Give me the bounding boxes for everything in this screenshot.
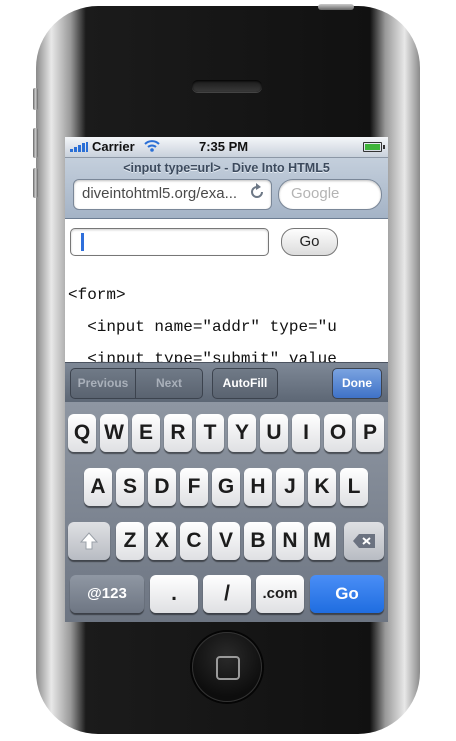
key-s[interactable]: S [116, 468, 144, 506]
key-h[interactable]: H [244, 468, 272, 506]
key-r[interactable]: R [164, 414, 192, 452]
slash-key[interactable]: / [203, 575, 251, 613]
keyboard: Q W E R T Y U I O P A S D F G H J K L Z … [65, 402, 388, 622]
screen: Carrier 7:35 PM <input type=url> - Dive … [65, 137, 388, 622]
key-f[interactable]: F [180, 468, 208, 506]
dotcom-key[interactable]: .com [256, 575, 304, 613]
previous-button[interactable]: Previous [70, 368, 136, 399]
key-w[interactable]: W [100, 414, 128, 452]
key-p[interactable]: P [356, 414, 384, 452]
reload-icon[interactable] [249, 183, 265, 206]
signal-bars-icon [70, 142, 88, 152]
key-g[interactable]: G [212, 468, 240, 506]
browser-title-bar: <input type=url> - Dive Into HTML5 divei… [65, 158, 388, 219]
numbers-key[interactable]: @123 [70, 575, 144, 613]
key-d[interactable]: D [148, 468, 176, 506]
next-button[interactable]: Next [135, 368, 203, 399]
key-o[interactable]: O [324, 414, 352, 452]
home-button[interactable] [192, 632, 262, 702]
mute-switch [33, 88, 38, 110]
key-c[interactable]: C [180, 522, 208, 560]
code-line: <input name="addr" type="u [68, 318, 337, 336]
key-x[interactable]: X [148, 522, 176, 560]
key-m[interactable]: M [308, 522, 336, 560]
backspace-icon [352, 531, 376, 554]
shift-icon [79, 532, 99, 556]
key-i[interactable]: I [292, 414, 320, 452]
status-bar: Carrier 7:35 PM [65, 137, 388, 158]
home-button-icon [216, 656, 240, 680]
page-title: <input type=url> - Dive Into HTML5 [123, 161, 330, 175]
key-n[interactable]: N [276, 522, 304, 560]
address-text: diveintohtml5.org/exa... [82, 185, 238, 202]
done-button[interactable]: Done [332, 368, 382, 399]
url-input[interactable] [70, 228, 269, 256]
key-l[interactable]: L [340, 468, 368, 506]
wifi-icon [144, 139, 160, 155]
search-placeholder: Google [291, 185, 340, 202]
form-assistant-bar: Previous Next AutoFill Done [65, 362, 388, 403]
carrier-label: Carrier [92, 139, 135, 154]
autofill-button[interactable]: AutoFill [212, 368, 278, 399]
battery-icon [363, 142, 385, 152]
text-cursor [81, 233, 84, 251]
search-field[interactable]: Google [278, 179, 382, 210]
volume-down-button [33, 168, 38, 198]
key-u[interactable]: U [260, 414, 288, 452]
key-v[interactable]: V [212, 522, 240, 560]
backspace-key[interactable] [344, 522, 384, 560]
dot-key[interactable]: . [150, 575, 198, 613]
key-y[interactable]: Y [228, 414, 256, 452]
key-k[interactable]: K [308, 468, 336, 506]
key-t[interactable]: T [196, 414, 224, 452]
key-b[interactable]: B [244, 522, 272, 560]
go-key[interactable]: Go [310, 575, 384, 613]
page-content: Go <form> <input name="addr" type="u <in… [65, 219, 388, 368]
address-bar[interactable]: diveintohtml5.org/exa... [73, 179, 272, 210]
key-j[interactable]: J [276, 468, 304, 506]
go-button[interactable]: Go [281, 228, 338, 256]
clock: 7:35 PM [199, 139, 249, 154]
code-line: <form> [68, 286, 126, 304]
volume-up-button [33, 128, 38, 158]
earpiece-speaker [192, 80, 262, 92]
key-z[interactable]: Z [116, 522, 144, 560]
key-e[interactable]: E [132, 414, 160, 452]
shift-key[interactable] [68, 522, 110, 560]
key-q[interactable]: Q [68, 414, 96, 452]
key-a[interactable]: A [84, 468, 112, 506]
sleep-button [318, 4, 354, 10]
